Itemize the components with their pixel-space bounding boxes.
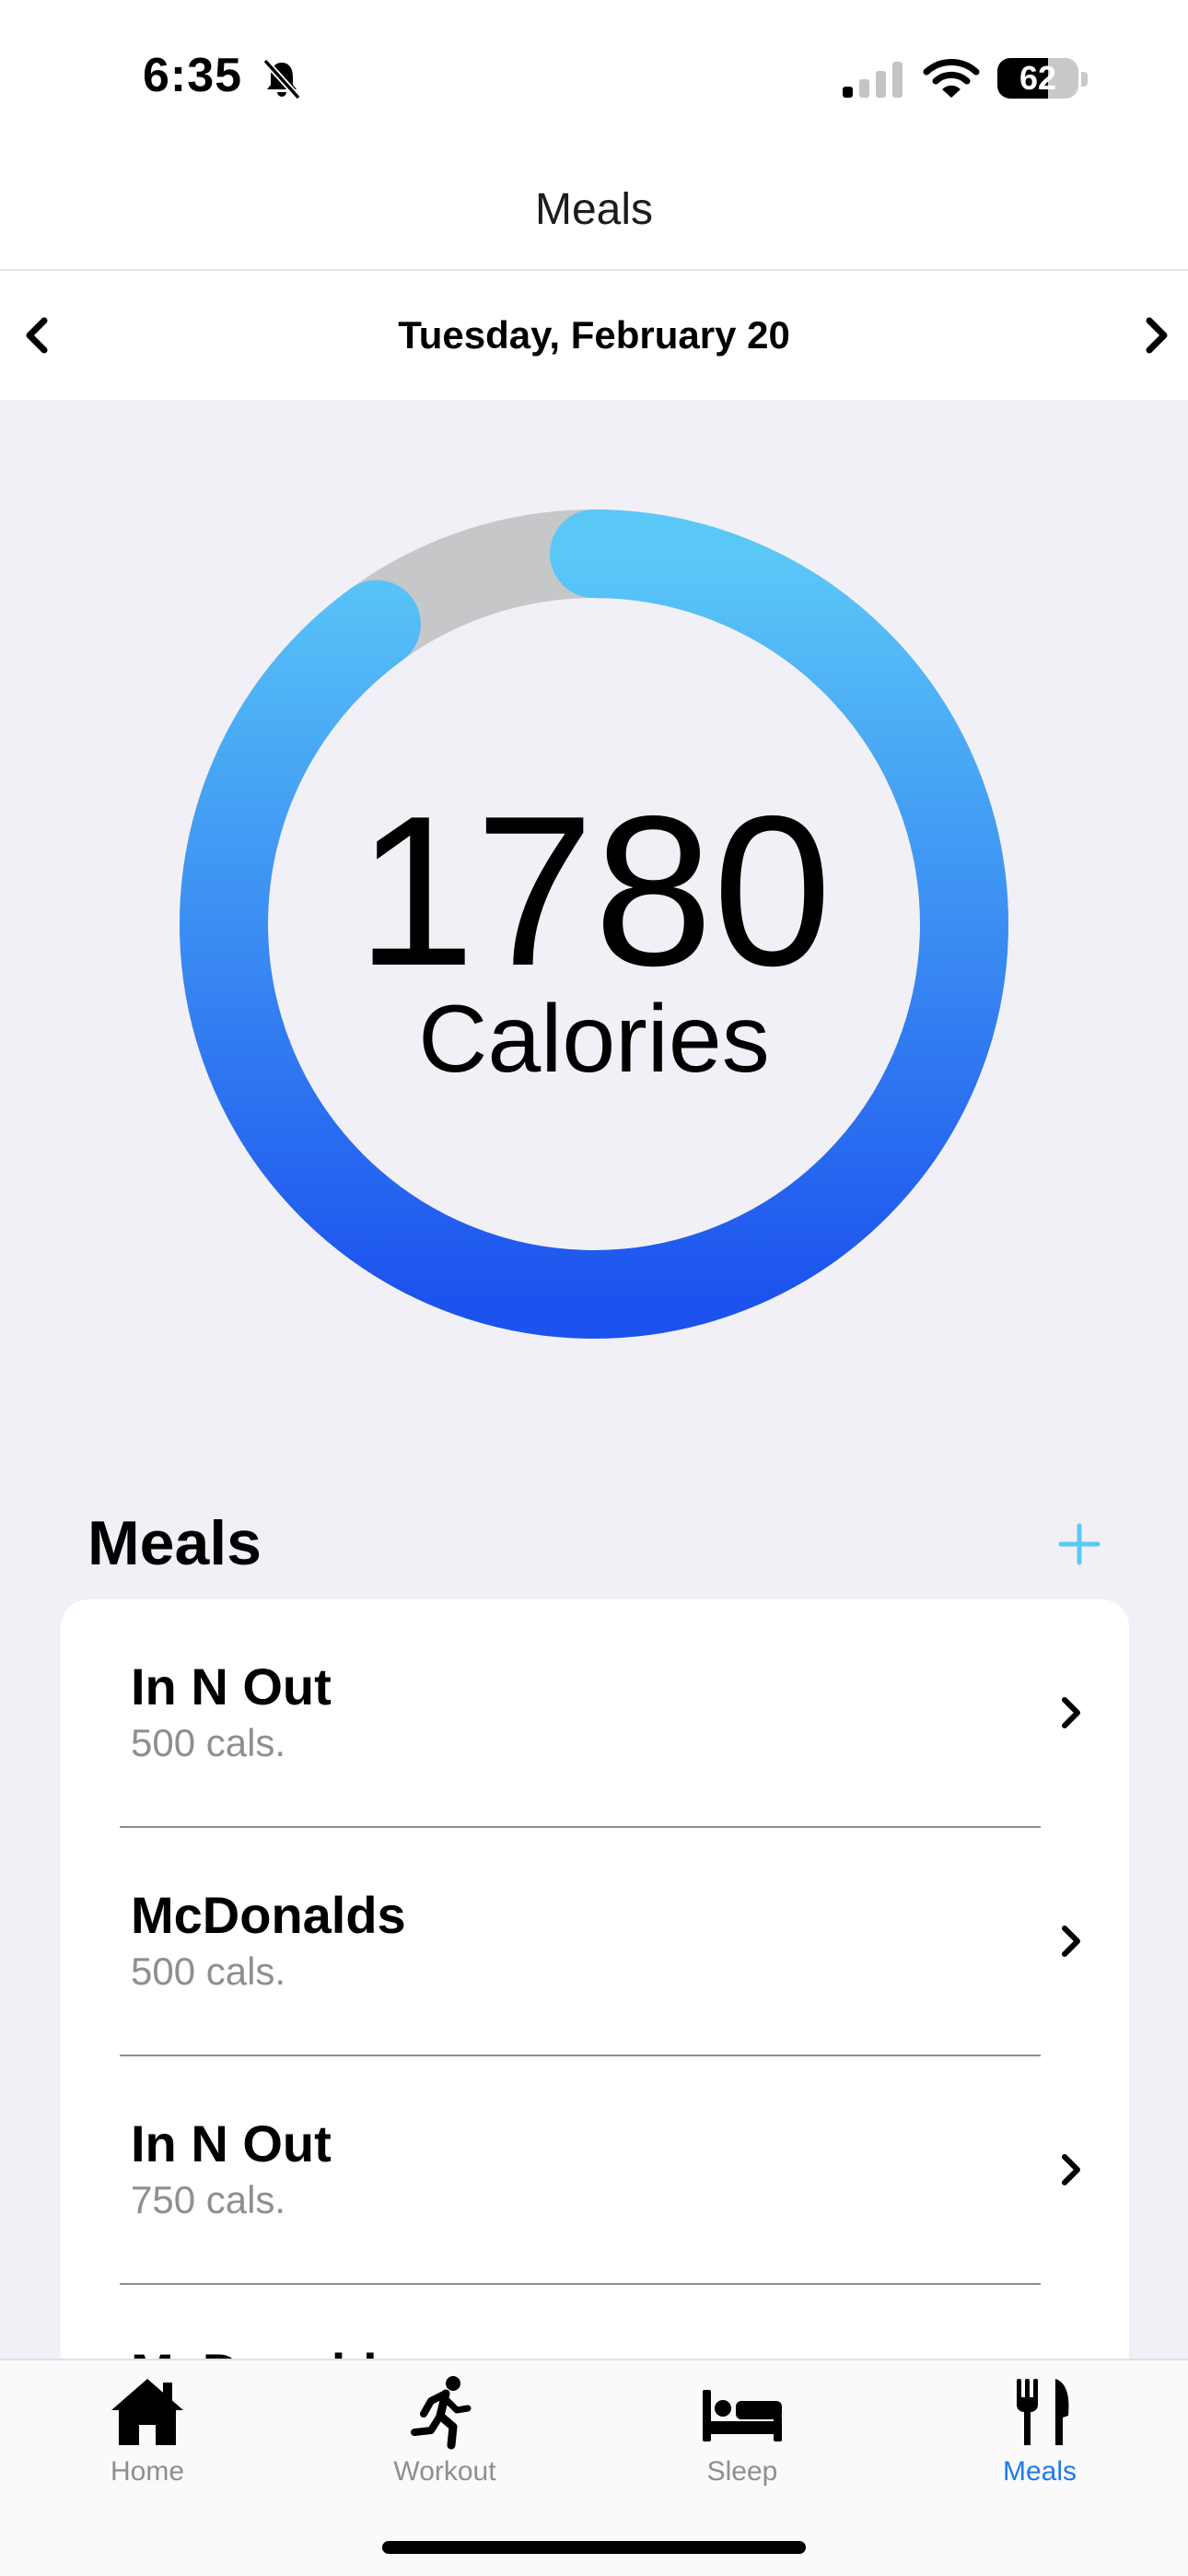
tab-sleep[interactable]: Sleep xyxy=(641,2373,844,2512)
tab-workout[interactable]: Workout xyxy=(344,2373,546,2512)
tab-label: Sleep xyxy=(706,2456,778,2487)
house-icon xyxy=(111,2379,183,2445)
tab-label: Home xyxy=(110,2456,185,2487)
calorie-ring: 1780 Calories xyxy=(180,509,1008,1339)
next-day-button[interactable] xyxy=(1129,308,1184,363)
meal-name: In N Out xyxy=(131,2114,332,2172)
status-bar: 6:35 62 xyxy=(0,0,1188,157)
meal-calories: 500 cals. xyxy=(131,1721,286,1764)
meal-row[interactable]: In N Out 750 cals. xyxy=(61,2056,1129,2285)
calorie-label: Calories xyxy=(418,986,770,1093)
tab-label: Workout xyxy=(393,2456,496,2487)
fork-knife-icon xyxy=(1017,2379,1069,2445)
page-title: Meals xyxy=(0,157,1188,271)
status-time: 6:35 xyxy=(143,49,243,102)
meals-section-title: Meals xyxy=(87,1508,262,1578)
add-meal-button[interactable] xyxy=(1055,1520,1103,1568)
tab-meals[interactable]: Meals xyxy=(938,2373,1141,2512)
calorie-total: 1780 xyxy=(355,772,833,1011)
cellular-signal-icon xyxy=(843,62,903,98)
current-date: Tuesday, February 20 xyxy=(398,313,790,357)
meal-row[interactable]: McDonalds 500 cals. xyxy=(61,1828,1129,2056)
meal-calories: 750 cals. xyxy=(131,2178,286,2221)
meal-row[interactable]: In N Out 500 cals. xyxy=(61,1599,1129,1828)
meal-name: In N Out xyxy=(131,1657,332,1715)
home-indicator[interactable] xyxy=(382,2541,806,2554)
meal-name: McDonalds xyxy=(131,1886,406,1944)
chevron-right-icon xyxy=(1062,2154,1080,2185)
meal-calories: 500 cals. xyxy=(131,1950,286,1993)
battery-percentage: 62 xyxy=(1019,59,1057,97)
running-figure-icon xyxy=(411,2376,472,2450)
date-selector: Tuesday, February 20 xyxy=(0,271,1188,400)
battery-indicator: 62 xyxy=(997,58,1078,99)
battery-nub xyxy=(1081,72,1088,87)
chevron-right-icon xyxy=(1062,1697,1080,1728)
meals-screen: 6:35 62 Meals Tuesday, February 20 1780 … xyxy=(0,0,1188,2576)
tab-label: Meals xyxy=(1002,2456,1077,2487)
bed-icon xyxy=(703,2390,782,2441)
tab-home[interactable]: Home xyxy=(46,2373,249,2512)
chevron-right-icon xyxy=(1062,1926,1080,1957)
wifi-icon xyxy=(923,59,980,98)
bell-slash-icon xyxy=(262,58,301,100)
